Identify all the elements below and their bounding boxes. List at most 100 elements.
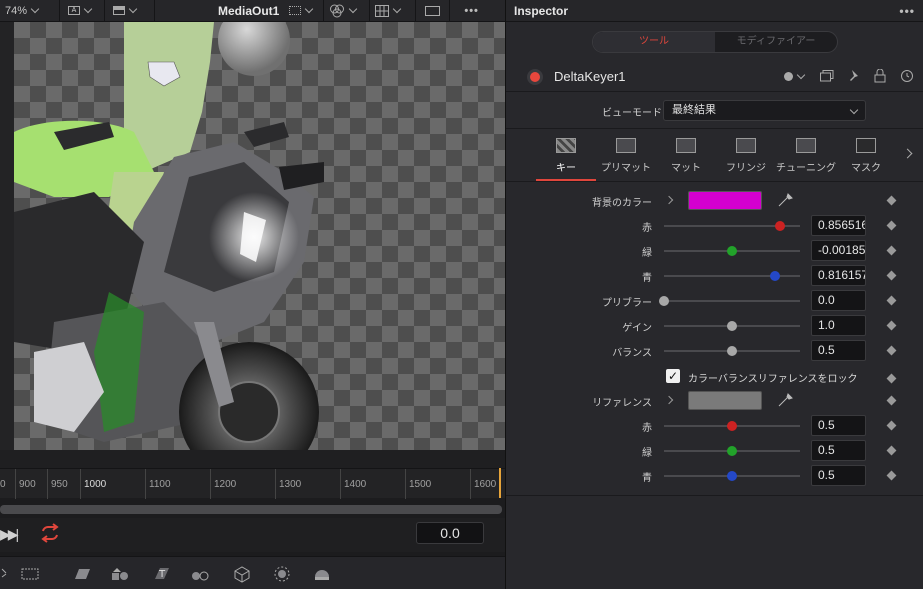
grid-dropdown[interactable]: [370, 0, 417, 22]
keyframe-icon[interactable]: [886, 220, 897, 231]
more-icon: •••: [464, 4, 479, 17]
merge-tool-icon[interactable]: [190, 565, 210, 583]
3d-tool-icon[interactable]: [232, 565, 252, 583]
keyframe-icon[interactable]: [886, 395, 897, 406]
grid-icon: [375, 4, 390, 17]
tab-modifiers[interactable]: モディファイアー: [715, 32, 837, 52]
preblur-slider[interactable]: [664, 300, 800, 302]
balance-value-field[interactable]: 0.5: [811, 340, 866, 361]
layout-icon: [113, 6, 125, 15]
viewer-menu-button[interactable]: •••: [450, 0, 484, 22]
node-color-dropdown[interactable]: [784, 70, 806, 81]
versions-icon[interactable]: [820, 70, 834, 82]
inspector-menu-button[interactable]: •••: [899, 4, 915, 18]
tab-mask[interactable]: マスク: [836, 138, 896, 174]
tab-matte[interactable]: マット: [656, 138, 716, 174]
viewer-layout-dropdown[interactable]: [105, 0, 155, 22]
blue-value-field[interactable]: 0.816157: [811, 265, 866, 286]
eyedropper-icon[interactable]: [776, 392, 794, 408]
lock-reference-label: カラーバランスリファレンスをロック: [688, 374, 858, 385]
reset-icon[interactable]: [900, 69, 914, 83]
viewer-bottom-strip: [0, 450, 505, 468]
paint-tool-icon[interactable]: [110, 565, 130, 583]
green-value-field[interactable]: -0.001853: [811, 240, 866, 261]
particle-tool-icon[interactable]: [20, 565, 40, 583]
slider-knob[interactable]: [727, 446, 737, 456]
slider-knob[interactable]: [727, 471, 737, 481]
timeline-scrollbar[interactable]: [0, 505, 502, 514]
tab-pre-matte[interactable]: プリマット: [596, 138, 656, 174]
gain-value-field[interactable]: 1.0: [811, 315, 866, 336]
node-enable-toggle[interactable]: [530, 71, 540, 82]
gain-row: ゲイン 1.0: [506, 313, 923, 338]
tab-key[interactable]: キー: [536, 138, 596, 174]
playhead[interactable]: [499, 468, 501, 498]
slider-knob[interactable]: [727, 421, 737, 431]
view-mode-select[interactable]: 最終結果: [663, 100, 866, 121]
slider-knob[interactable]: [769, 271, 780, 281]
svg-text:T: T: [158, 569, 166, 580]
chevron-right-icon[interactable]: [664, 195, 674, 205]
viewer-option-a[interactable]: A: [60, 0, 105, 22]
background-tool-icon[interactable]: [72, 565, 92, 583]
keyframe-icon[interactable]: [886, 245, 897, 256]
keyframe-icon[interactable]: [886, 195, 897, 206]
text-tool-icon[interactable]: T: [152, 565, 172, 583]
eyedropper-icon[interactable]: [776, 192, 794, 208]
preblur-value-field[interactable]: 0.0: [811, 290, 866, 311]
render-tool-icon[interactable]: [312, 565, 332, 583]
keyframe-icon[interactable]: [886, 345, 897, 356]
node-header: DeltaKeyer1: [506, 62, 923, 92]
slider-knob[interactable]: [775, 221, 786, 231]
fit-button[interactable]: [416, 0, 451, 22]
pin-icon[interactable]: [848, 69, 860, 83]
keyframe-icon[interactable]: [886, 420, 897, 431]
red-value-field[interactable]: 0.856516: [811, 215, 866, 236]
loop-icon[interactable]: [38, 523, 62, 543]
lut-dropdown[interactable]: [284, 0, 325, 22]
param-label: バランス: [612, 348, 652, 359]
skip-to-end-button[interactable]: ▶▶|: [0, 526, 19, 543]
keyframe-icon[interactable]: [886, 470, 897, 481]
slider-knob[interactable]: [659, 296, 669, 306]
light-tool-icon[interactable]: [272, 565, 292, 583]
viewer-canvas[interactable]: [14, 22, 505, 450]
channel-dropdown[interactable]: [324, 0, 371, 22]
ref-blue-value-field[interactable]: 0.5: [811, 465, 866, 486]
chevron-down-icon: [30, 4, 40, 14]
inspector-title: Inspector: [514, 3, 569, 18]
slider-knob[interactable]: [727, 246, 737, 256]
current-time-field[interactable]: 0.0: [416, 522, 484, 544]
keyframe-icon[interactable]: [886, 373, 897, 384]
chevron-right-icon[interactable]: [664, 395, 674, 405]
tab-tools[interactable]: ツール: [593, 32, 715, 52]
ref-green-value-field[interactable]: 0.5: [811, 440, 866, 461]
node-color-icon: [784, 71, 793, 81]
keyframe-icon[interactable]: [886, 445, 897, 456]
ruler-tick: 1300: [275, 469, 301, 499]
zoom-dropdown[interactable]: 74%: [0, 0, 60, 22]
ruler-tick: 1500: [405, 469, 431, 499]
keyframe-icon[interactable]: [886, 295, 897, 306]
keyframe-icon[interactable]: [886, 320, 897, 331]
reference-color-swatch[interactable]: [688, 391, 762, 410]
divider: [506, 495, 923, 496]
preblur-row: プリブラー 0.0: [506, 288, 923, 313]
view-name: MediaOut1: [218, 3, 280, 18]
background-color-swatch[interactable]: [688, 191, 762, 210]
handguard: [279, 162, 324, 190]
red-row: 赤 0.856516: [506, 213, 923, 238]
lock-reference-checkbox[interactable]: ✓: [666, 369, 680, 383]
slider-knob[interactable]: [727, 321, 737, 331]
lock-icon[interactable]: [874, 69, 886, 83]
param-label: 赤: [642, 223, 652, 234]
keyframe-icon[interactable]: [886, 270, 897, 281]
node-tools: [784, 69, 914, 83]
timeline-ruler[interactable]: 0 900 950 1000 1100 1200 1300 1400 1500 …: [0, 468, 505, 499]
pointer-tool-icon[interactable]: [0, 565, 20, 583]
tab-tuning[interactable]: チューニング: [776, 138, 836, 174]
ref-red-value-field[interactable]: 0.5: [811, 415, 866, 436]
sphere-shape: [218, 22, 290, 76]
slider-knob[interactable]: [727, 346, 737, 356]
tab-fringe[interactable]: フリンジ: [716, 138, 776, 174]
